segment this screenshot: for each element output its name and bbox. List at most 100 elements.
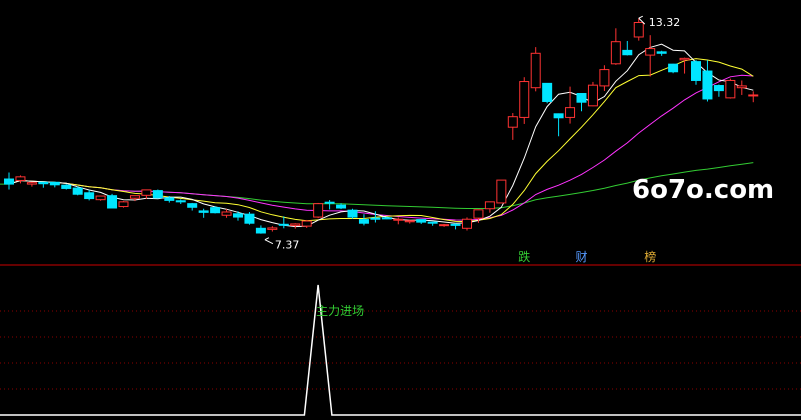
low-price-marker: 7.37 <box>264 237 300 252</box>
event-badges: 跌财榜 <box>518 249 656 264</box>
candle <box>450 223 461 230</box>
candle-body-down <box>164 197 175 201</box>
candle <box>748 91 759 103</box>
candle <box>175 199 186 205</box>
candle-body-down <box>668 63 679 73</box>
candle <box>61 184 72 190</box>
candle-body-down <box>198 210 209 213</box>
candle-body-up <box>473 209 484 219</box>
low-arrow-icon <box>264 237 274 245</box>
candle <box>691 60 701 85</box>
candle-body-down <box>278 223 289 226</box>
candle <box>84 189 95 201</box>
candle <box>462 217 472 231</box>
candle <box>427 221 438 226</box>
candle <box>530 47 541 92</box>
candle-body-up <box>15 176 26 181</box>
candle <box>187 202 198 211</box>
grid-lines <box>0 310 801 390</box>
candle-body-up <box>26 182 37 185</box>
candle-body-up <box>748 94 759 97</box>
candle <box>15 175 26 184</box>
candle <box>404 220 415 224</box>
event-badge: 跌 <box>518 249 530 264</box>
candle <box>656 50 667 56</box>
candle-body-down <box>61 184 72 189</box>
candle-body-up <box>267 227 278 230</box>
candle <box>107 193 118 209</box>
candle-body-up <box>496 179 507 204</box>
candle <box>347 208 358 219</box>
candle-body-down <box>175 200 186 203</box>
candle-body-down <box>255 227 266 234</box>
candle-body-up <box>313 203 324 218</box>
candle-body-up <box>736 85 747 89</box>
candle <box>118 201 129 208</box>
candle-body-up <box>393 218 404 221</box>
candle-body-up <box>462 218 472 229</box>
candle <box>553 113 564 137</box>
candle-body-down <box>347 209 358 218</box>
candle <box>416 219 427 224</box>
candle <box>679 57 690 74</box>
candle-body-up <box>439 224 450 227</box>
candle-body-up <box>141 189 152 196</box>
candle-body-up <box>565 107 576 118</box>
candle <box>587 81 598 107</box>
candle <box>565 86 576 124</box>
candle-body-up <box>599 69 610 87</box>
candle-body-up <box>484 201 495 210</box>
candle-body-down <box>691 61 701 81</box>
candle <box>725 78 736 99</box>
candle <box>358 214 369 226</box>
candle <box>484 201 495 213</box>
low-price-label: 7.37 <box>275 239 300 252</box>
candle-body-down <box>72 187 83 195</box>
candle-body-up <box>118 201 129 208</box>
high-price-label: 13.32 <box>649 16 681 29</box>
candle-body-down <box>38 181 49 185</box>
candle-body-down <box>622 49 633 56</box>
candle-body-down <box>324 201 335 204</box>
candle <box>198 208 209 218</box>
high-price-marker: 13.32 <box>638 15 681 29</box>
candle-body-up <box>610 41 621 65</box>
candle <box>210 206 221 214</box>
candle <box>622 40 633 56</box>
candle <box>736 80 747 95</box>
candle <box>38 181 49 188</box>
candle <box>72 186 83 196</box>
candle <box>267 226 278 232</box>
candle-body-up <box>95 195 106 201</box>
candle <box>668 63 679 74</box>
candle-body-down <box>233 213 243 218</box>
candle-body-up <box>404 220 415 223</box>
candle <box>496 179 507 204</box>
candle <box>313 202 324 219</box>
stock-chart-canvas[interactable]: 13.32 7.37 跌 财 榜 6o7o.com 主力进场 <box>0 0 801 420</box>
candle-body-down <box>702 70 713 100</box>
candle-body-up <box>301 220 312 227</box>
candle-body-down <box>4 178 14 185</box>
indicator-line <box>0 284 801 416</box>
chart-window: 13.32 7.37 跌 财 榜 6o7o.com 主力进场 <box>0 0 801 420</box>
event-badge: 财 <box>576 250 588 264</box>
candle-body-down <box>713 85 724 92</box>
candle <box>519 77 530 124</box>
candle <box>26 181 37 187</box>
candle-body-down <box>553 113 564 119</box>
candle-body-down <box>358 219 369 224</box>
candle-body-down <box>656 51 667 54</box>
candle-body-down <box>336 204 347 209</box>
candle-body-down <box>542 82 553 102</box>
candle <box>4 172 14 190</box>
candle-body-down <box>450 223 461 226</box>
indicator-signal-label: 主力进场 <box>316 304 364 318</box>
candle <box>95 195 106 201</box>
candle <box>244 211 255 225</box>
candle-body-up <box>633 21 644 38</box>
candle-body-down <box>244 213 255 224</box>
candle-body-up <box>645 48 656 56</box>
candle-body-down <box>49 181 60 186</box>
candle-body-up <box>290 223 301 226</box>
